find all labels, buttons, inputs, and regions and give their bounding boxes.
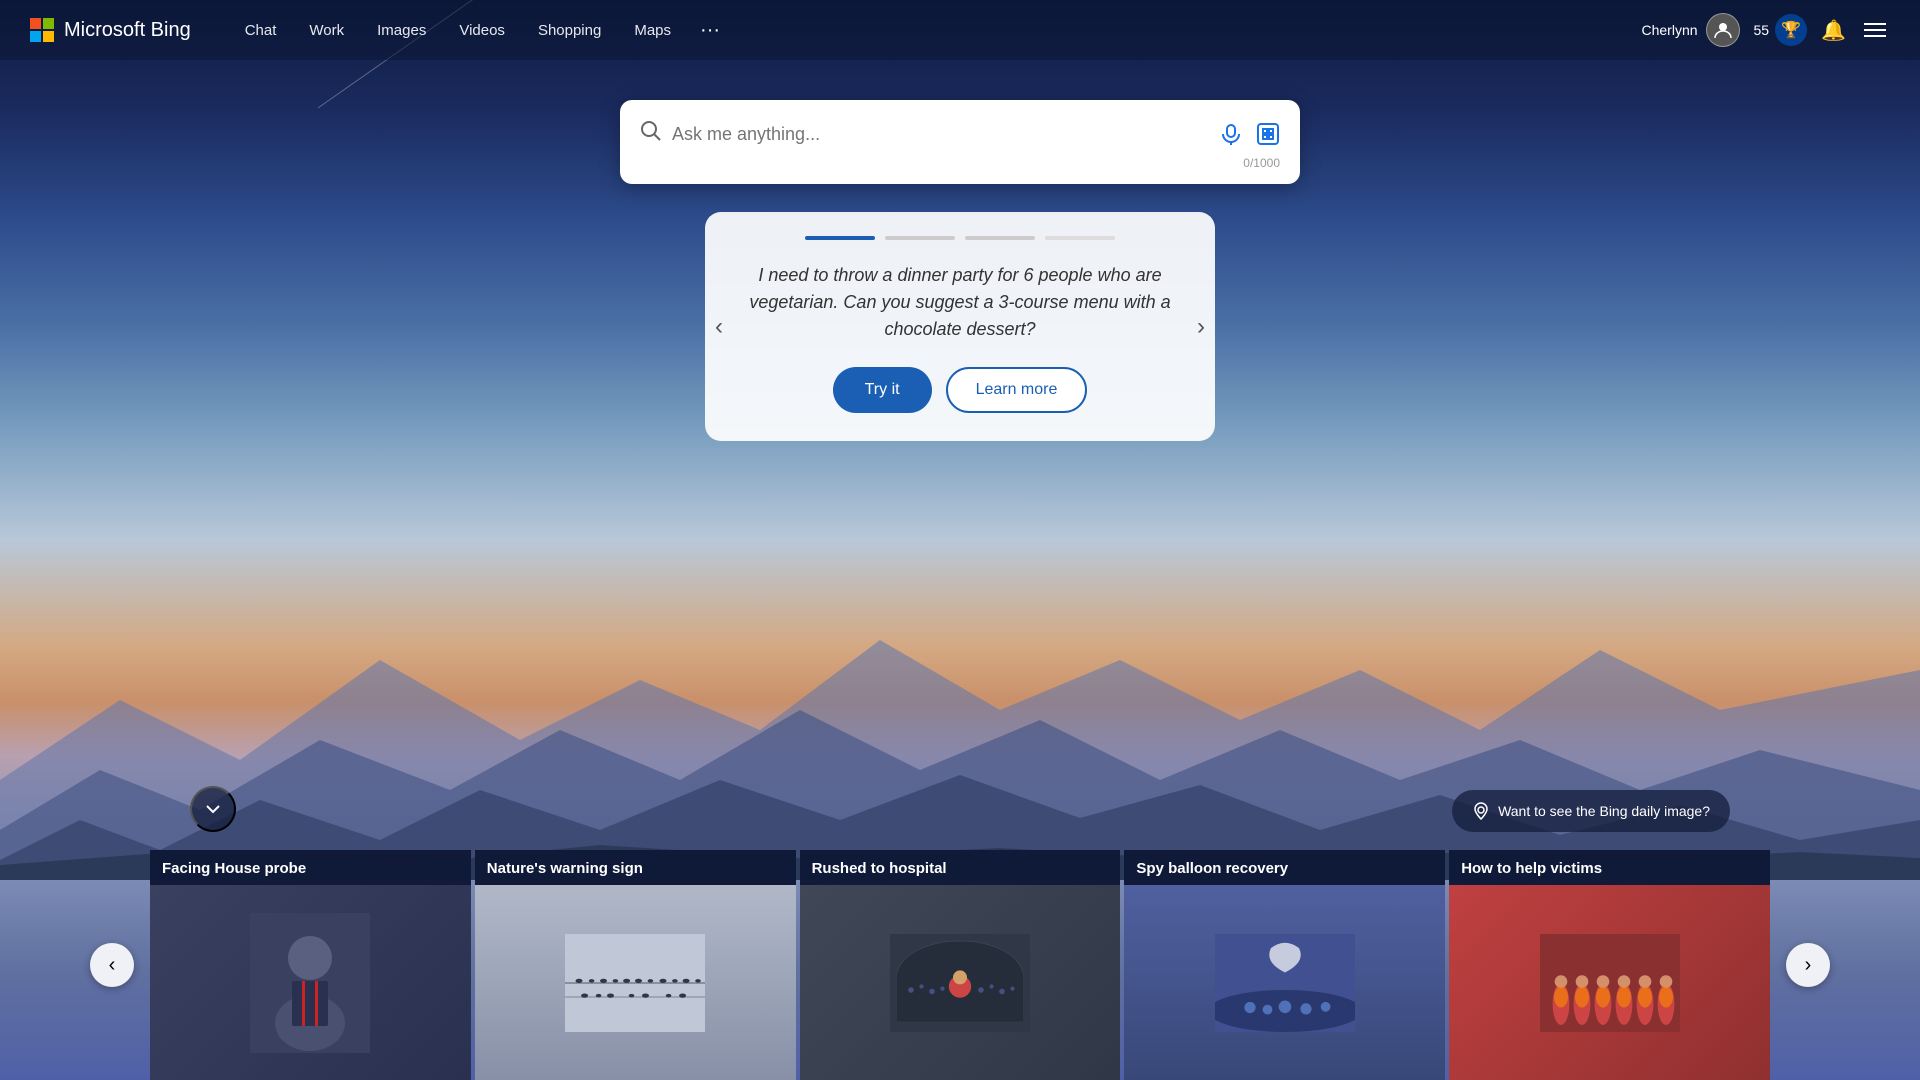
news-card-3[interactable]: Rushed to hospital xyxy=(800,850,1121,1080)
progress-dots xyxy=(745,236,1175,240)
suggestion-next-button[interactable]: › xyxy=(1197,313,1205,341)
search-row xyxy=(640,120,1280,148)
suggestion-prev-button[interactable]: ‹ xyxy=(715,313,723,341)
score-badge: 55 🏆 xyxy=(1754,14,1808,46)
trophy-icon[interactable]: 🏆 xyxy=(1775,14,1807,46)
nav-shopping[interactable]: Shopping xyxy=(524,14,615,47)
score-value: 55 xyxy=(1754,22,1770,38)
progress-dot-1[interactable] xyxy=(805,236,875,240)
ms-logo-q2 xyxy=(43,18,54,29)
nav-images[interactable]: Images xyxy=(363,14,440,47)
news-image-3 xyxy=(800,885,1121,1080)
bell-icon[interactable]: 🔔 xyxy=(1821,18,1846,43)
news-strip: ‹ Facing House probe Nature's warning si… xyxy=(0,850,1920,1080)
nav-work[interactable]: Work xyxy=(295,14,358,47)
news-card-2[interactable]: Nature's warning sign xyxy=(475,850,796,1080)
ms-logo-q4 xyxy=(43,31,54,42)
nav-more[interactable]: ··· xyxy=(690,15,730,46)
news-prev-button[interactable]: ‹ xyxy=(90,943,134,987)
news-image-4 xyxy=(1124,885,1445,1080)
brand-name: Microsoft Bing xyxy=(64,19,191,42)
news-image-2 xyxy=(475,885,796,1080)
news-title-2: Nature's warning sign xyxy=(475,850,796,885)
hamburger-menu[interactable] xyxy=(1860,19,1890,41)
news-image-5 xyxy=(1449,885,1770,1080)
news-title-5: How to help victims xyxy=(1449,850,1770,885)
hamburger-line-3 xyxy=(1864,35,1886,37)
nav-maps[interactable]: Maps xyxy=(620,14,685,47)
progress-dot-2[interactable] xyxy=(885,236,955,240)
news-title-3: Rushed to hospital xyxy=(800,850,1121,885)
search-icon xyxy=(640,120,662,148)
news-card-1[interactable]: Facing House probe xyxy=(150,850,471,1080)
card-buttons: Try it Learn more xyxy=(745,367,1175,413)
location-icon xyxy=(1472,802,1490,820)
suggestion-text: I need to throw a dinner party for 6 peo… xyxy=(745,262,1175,343)
news-card-4[interactable]: Spy balloon recovery xyxy=(1124,850,1445,1080)
microsoft-logo xyxy=(30,18,54,42)
suggestion-card: ‹ I need to throw a dinner party for 6 p… xyxy=(705,212,1215,441)
logo-area[interactable]: Microsoft Bing xyxy=(30,18,191,42)
news-next-button[interactable]: › xyxy=(1786,943,1830,987)
news-title-4: Spy balloon recovery xyxy=(1124,850,1445,885)
mic-button[interactable] xyxy=(1220,123,1242,145)
nav-chat[interactable]: Chat xyxy=(231,14,291,47)
progress-dot-3[interactable] xyxy=(965,236,1035,240)
ms-logo-q3 xyxy=(30,31,41,42)
ms-logo-q1 xyxy=(30,18,41,29)
search-input[interactable] xyxy=(672,124,1210,145)
image-search-button[interactable] xyxy=(1256,122,1280,146)
news-title-1: Facing House probe xyxy=(150,850,471,885)
nav-right: Cherlynn 55 🏆 🔔 xyxy=(1641,13,1890,47)
user-name: Cherlynn xyxy=(1641,22,1697,38)
avatar[interactable] xyxy=(1706,13,1740,47)
try-it-button[interactable]: Try it xyxy=(833,367,932,413)
nav-videos[interactable]: Videos xyxy=(445,14,519,47)
news-card-5[interactable]: How to help victims xyxy=(1449,850,1770,1080)
nav-links: Chat Work Images Videos Shopping Maps ··… xyxy=(231,14,1642,47)
scroll-down-button[interactable] xyxy=(190,786,236,832)
learn-more-button[interactable]: Learn more xyxy=(946,367,1088,413)
search-container: 0/1000 xyxy=(620,100,1300,184)
progress-dot-4[interactable] xyxy=(1045,236,1115,240)
navbar: Microsoft Bing Chat Work Images Videos S… xyxy=(0,0,1920,60)
search-icons xyxy=(1220,122,1280,146)
user-area[interactable]: Cherlynn xyxy=(1641,13,1739,47)
hamburger-line-1 xyxy=(1864,23,1886,25)
char-count: 0/1000 xyxy=(640,156,1280,170)
hamburger-line-2 xyxy=(1864,29,1886,31)
daily-image-label: Want to see the Bing daily image? xyxy=(1498,803,1710,819)
daily-image-button[interactable]: Want to see the Bing daily image? xyxy=(1452,790,1730,832)
news-image-1 xyxy=(150,885,471,1080)
